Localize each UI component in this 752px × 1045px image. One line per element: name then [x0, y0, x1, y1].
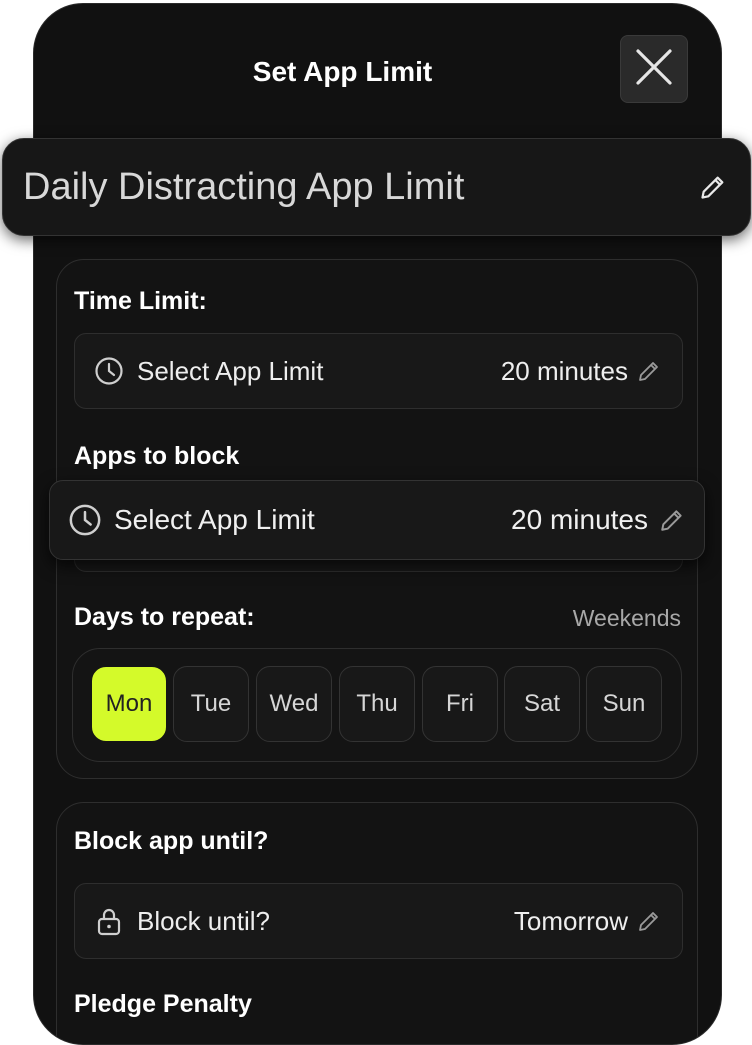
clock-icon — [93, 355, 125, 387]
page-title: Set App Limit — [252, 56, 433, 87]
day-button-sun[interactable]: Sun — [586, 666, 662, 742]
time-limit-label: Time Limit: — [74, 287, 207, 315]
block-until-row-label: Block until? — [137, 905, 270, 936]
apps-to-block-label: Apps to block — [74, 442, 240, 470]
day-button-sat[interactable]: Sat — [504, 666, 580, 742]
apps-to-block-row[interactable]: Select App Limit 20 minutes — [49, 480, 705, 560]
close-icon — [634, 47, 674, 92]
lock-icon — [93, 905, 125, 937]
time-limit-value: 20 minutes — [500, 355, 628, 386]
limit-name-text: Daily Distracting App Limit — [23, 165, 465, 208]
day-button-fri[interactable]: Fri — [422, 666, 498, 742]
day-button-mon[interactable]: Mon — [92, 667, 166, 741]
time-limit-row[interactable]: Select App Limit 20 minutes — [74, 333, 683, 409]
days-selector: Mon Tue Wed Thu Fri Sat Sun — [72, 648, 682, 762]
apps-to-block-value: 20 minutes — [511, 504, 648, 535]
pledge-penalty-label: Pledge Penalty — [74, 990, 252, 1018]
apps-to-block-row-label: Select App Limit — [114, 504, 315, 535]
day-button-wed[interactable]: Wed — [256, 666, 332, 742]
block-until-row[interactable]: Block until? Tomorrow — [74, 883, 683, 959]
time-limit-row-label: Select App Limit — [137, 355, 324, 386]
pencil-icon[interactable] — [658, 506, 686, 534]
pencil-icon[interactable] — [636, 908, 662, 934]
days-to-repeat-label: Days to repeat: — [74, 603, 255, 631]
block-until-value: Tomorrow — [513, 905, 628, 936]
pencil-icon[interactable] — [698, 172, 728, 202]
limit-name-field[interactable]: Daily Distracting App Limit — [2, 138, 751, 236]
close-button[interactable] — [620, 35, 688, 103]
clock-icon — [68, 503, 102, 537]
block-settings-section: Block app until? Block until? Tomorrow P… — [56, 802, 698, 1044]
block-until-label: Block app until? — [74, 827, 269, 855]
day-button-tue[interactable]: Tue — [173, 666, 249, 742]
repeat-mode-value[interactable]: Weekends — [573, 605, 681, 632]
pencil-icon[interactable] — [636, 358, 662, 384]
day-button-thu[interactable]: Thu — [339, 666, 415, 742]
